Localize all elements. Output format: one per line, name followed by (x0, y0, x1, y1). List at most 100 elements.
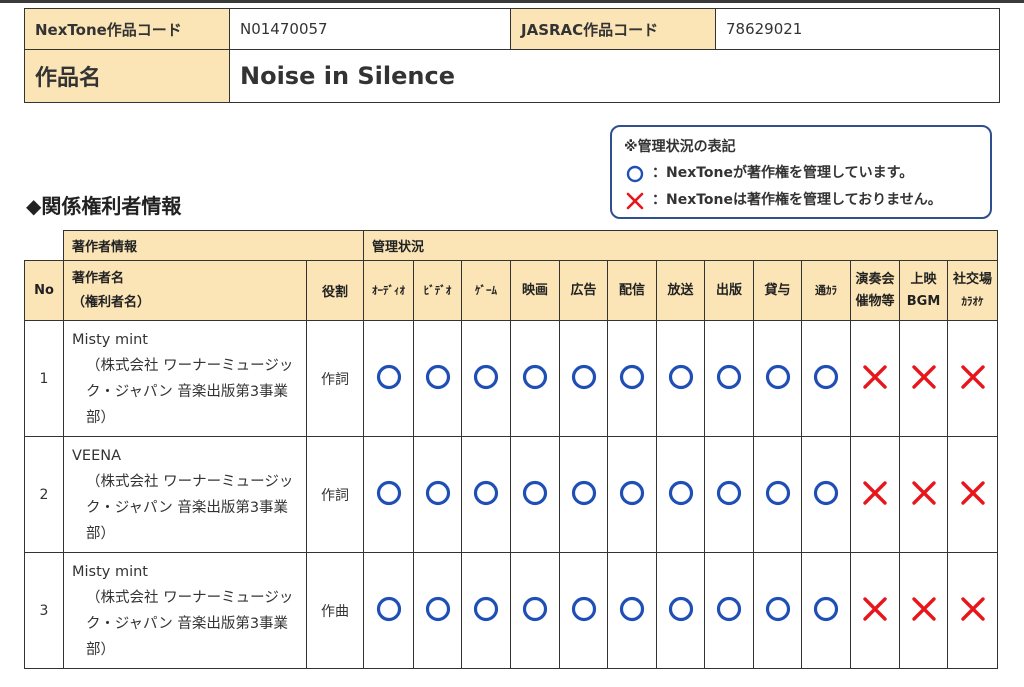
circle-icon (668, 364, 694, 390)
author-cell: Misty mint （株式会社 ワーナーミュージック・ジャパン 音楽出版第3事業… (63, 552, 307, 669)
status-cell (801, 436, 852, 553)
status-cell (801, 552, 852, 669)
author-name: VEENA (72, 447, 122, 464)
status-cell (899, 552, 949, 669)
role-cell: 作曲 (305, 552, 365, 669)
status-cell (363, 436, 415, 553)
status-cell (363, 552, 415, 669)
column-header-line1: ﾋﾞﾃﾞｵ (423, 283, 452, 297)
column-header: 映画 (510, 260, 561, 321)
status-cell (850, 436, 901, 553)
column-header: 広告 (559, 260, 609, 321)
cross-icon (911, 596, 937, 622)
status-cell (947, 436, 999, 553)
status-cell (559, 552, 609, 669)
author-name-header-line2: （権利者名） (72, 294, 151, 310)
column-header: 配信 (607, 260, 658, 321)
circle-icon (425, 596, 451, 622)
status-cell (510, 436, 561, 553)
role-cell: 作詞 (305, 436, 365, 553)
column-header-line1: 放送 (667, 282, 694, 298)
status-cell (704, 552, 755, 669)
status-cell (413, 320, 463, 437)
circle-icon (716, 480, 742, 506)
column-header-line1: 貸与 (764, 282, 791, 298)
column-header: 通ｶﾗ (801, 260, 852, 321)
role-cell: 作詞 (305, 320, 365, 437)
circle-icon (619, 480, 645, 506)
legend-managed-text: ：NexToneが著作権を管理しています。 (652, 165, 914, 181)
legend-managed-row: ：NexToneが著作権を管理しています。 (624, 160, 990, 187)
status-cell (899, 436, 949, 553)
status-cell (363, 320, 415, 437)
circle-icon (376, 480, 402, 506)
circle-icon (571, 364, 597, 390)
status-cell (753, 436, 803, 553)
column-header: 社交場 ｶﾗｵｹ (947, 260, 999, 321)
author-name: Misty mint (72, 563, 148, 580)
circle-icon (619, 364, 645, 390)
status-cell (461, 552, 512, 669)
role-header: 役割 (305, 260, 365, 321)
column-header: 貸与 (753, 260, 803, 321)
status-cell (607, 552, 658, 669)
status-cell (753, 552, 803, 669)
rights-holder-table: 著作者情報 管理状況 No 著作者名 （権利者名） 役割 ｵｰﾃﾞｨｵ ﾋﾞﾃﾞｵ… (24, 230, 999, 669)
legend-heading: ※管理状況の表記 (624, 139, 736, 155)
status-cell (510, 320, 561, 437)
column-header-line1: 配信 (619, 282, 646, 298)
circle-icon (376, 364, 402, 390)
column-header: ｹﾞｰﾑ (461, 260, 512, 321)
rights-holder-name: （株式会社 ワーナーミュージック・ジャパン 音楽出版第3事業部） (86, 357, 294, 426)
author-cell: VEENA （株式会社 ワーナーミュージック・ジャパン 音楽出版第3事業部） (63, 436, 307, 553)
status-cell (413, 436, 463, 553)
status-cell (850, 320, 901, 437)
column-header-line1: 出版 (716, 282, 743, 298)
circle-icon (813, 596, 839, 622)
column-header-line2: BGM (906, 293, 941, 309)
row-number: 3 (24, 552, 64, 669)
column-header-line1: ｵｰﾃﾞｨｵ (372, 283, 406, 297)
cross-icon (911, 364, 937, 390)
status-cell (461, 320, 512, 437)
column-header-line1: 上映 (910, 271, 937, 287)
row-number: 2 (24, 436, 64, 553)
circle-icon (522, 480, 548, 506)
cross-icon (862, 596, 888, 622)
author-cell: Misty mint （株式会社 ワーナーミュージック・ジャパン 音楽出版第3事業… (63, 320, 307, 437)
status-cell (704, 320, 755, 437)
status-cell (413, 552, 463, 669)
column-header-line1: ｹﾞｰﾑ (475, 283, 498, 297)
column-header: 出版 (704, 260, 755, 321)
author-info-header: 著作者情報 (62, 230, 365, 261)
column-header: ﾋﾞﾃﾞｵ (413, 260, 463, 321)
author-name-header: 著作者名 （権利者名） (63, 260, 307, 321)
status-cell (656, 436, 706, 553)
column-header-line2: ｶﾗｵｹ (961, 294, 984, 308)
column-header: ｵｰﾃﾞｨｵ (363, 260, 415, 321)
status-cell (850, 552, 901, 669)
work-title-label: 作品名 (24, 49, 230, 103)
status-cell (947, 320, 999, 437)
status-cell (559, 320, 609, 437)
column-header-line1: 広告 (570, 282, 597, 298)
section-title: ◆関係権利者情報 (26, 194, 182, 218)
status-header: 管理状況 (363, 230, 999, 261)
status-cell (607, 436, 658, 553)
legend-not-managed-row: ：NexToneは著作権を管理しておりません。 (624, 187, 990, 214)
circle-icon (473, 480, 499, 506)
jasrac-code-label: JASRAC作品コード (510, 8, 716, 50)
circle-icon (624, 165, 646, 183)
circle-icon (522, 596, 548, 622)
column-header-line1: 社交場 (953, 271, 993, 287)
nextone-code-value: N01470057 (229, 8, 511, 50)
column-header: 上映 BGM (899, 260, 949, 321)
nextone-code-label: NexTone作品コード (24, 8, 230, 50)
circle-icon (813, 480, 839, 506)
status-cell (801, 320, 852, 437)
circle-icon (571, 480, 597, 506)
circle-icon (765, 364, 791, 390)
status-cell (656, 552, 706, 669)
status-cell (559, 436, 609, 553)
no-header: No (24, 260, 64, 321)
